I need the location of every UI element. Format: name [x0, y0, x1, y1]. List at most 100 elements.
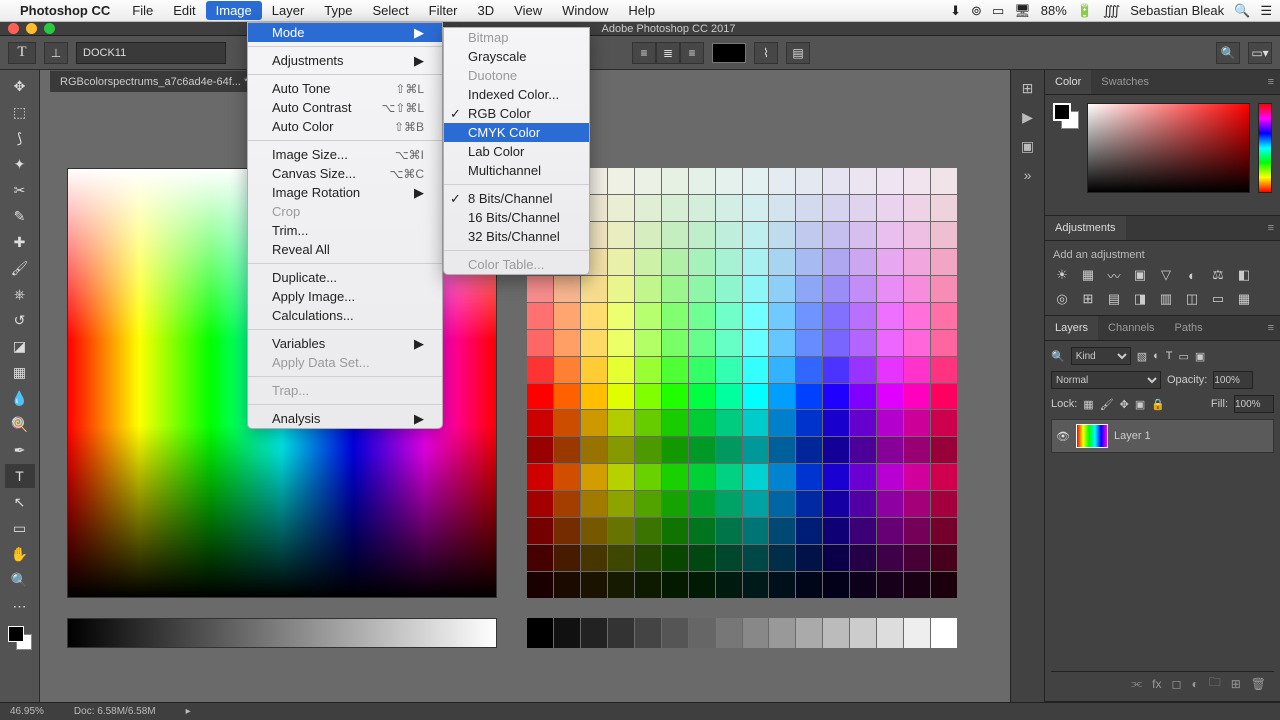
zoom-tool[interactable]: 🔍 — [5, 568, 35, 592]
curves-icon[interactable]: 〰 — [1105, 267, 1123, 283]
align-center-button[interactable]: ≣ — [656, 42, 680, 64]
fill-input[interactable] — [1234, 395, 1274, 413]
menu-item-mode[interactable]: Mode▶ — [248, 23, 442, 42]
user-name[interactable]: Sebastian Bleak — [1130, 3, 1224, 18]
layer-name[interactable]: Layer 1 — [1114, 430, 1151, 442]
menu-3d[interactable]: 3D — [468, 1, 505, 20]
panel-menu-icon[interactable]: ≡ — [1262, 216, 1280, 240]
eraser-tool[interactable]: ◪ — [5, 334, 35, 358]
magic-wand-tool[interactable]: ✦ — [5, 152, 35, 176]
menu-item-duplicate-[interactable]: Duplicate... — [248, 268, 442, 287]
align-left-button[interactable]: ≡ — [632, 42, 656, 64]
menu-item-cmyk-color[interactable]: CMYK Color — [444, 123, 589, 142]
lock-transparency-icon[interactable]: ▦ — [1083, 398, 1093, 411]
path-selection-tool[interactable]: ↖ — [5, 490, 35, 514]
opacity-input[interactable] — [1213, 371, 1253, 389]
lock-position-icon[interactable]: ✥ — [1120, 398, 1129, 411]
invert-icon[interactable]: ◨ — [1131, 291, 1149, 307]
menu-item-multichannel[interactable]: Multichannel — [444, 161, 589, 180]
exposure-icon[interactable]: ▣ — [1131, 267, 1149, 283]
menu-item-image-rotation[interactable]: Image Rotation▶ — [248, 183, 442, 202]
menu-layer[interactable]: Layer — [262, 1, 315, 20]
menu-item-rgb-color[interactable]: ✓RGB Color — [444, 104, 589, 123]
search-button[interactable]: 🔍 — [1216, 42, 1240, 64]
brightness-icon[interactable]: ☀ — [1053, 267, 1071, 283]
wifi-icon[interactable]: ⨌ — [1103, 3, 1120, 19]
doc-size[interactable]: Doc: 6.58M/6.58M — [74, 706, 156, 717]
menu-item-grayscale[interactable]: Grayscale — [444, 47, 589, 66]
cc-icon[interactable]: ⊚ — [971, 3, 982, 19]
edit-toolbar[interactable]: ⋯ — [5, 594, 35, 618]
rectangle-tool[interactable]: ▭ — [5, 516, 35, 540]
play-icon[interactable]: ▶ — [1022, 109, 1033, 126]
hue-slider[interactable] — [1258, 103, 1272, 193]
filter-smart-icon[interactable]: ▣ — [1195, 350, 1205, 363]
blend-mode-select[interactable]: Normal — [1051, 371, 1161, 389]
text-color-chip[interactable] — [712, 43, 746, 63]
blur-tool[interactable]: 💧 — [5, 386, 35, 410]
libraries-icon[interactable]: ⊞ — [1022, 80, 1034, 97]
menu-item-auto-contrast[interactable]: Auto Contrast⌥⇧⌘L — [248, 98, 442, 117]
menu-item-auto-color[interactable]: Auto Color⇧⌘B — [248, 117, 442, 136]
gradient-map-icon[interactable]: ▭ — [1209, 291, 1227, 307]
layer-thumbnail[interactable] — [1076, 424, 1108, 448]
filter-type-icon[interactable]: T — [1166, 350, 1173, 362]
photo-filter-icon[interactable]: ◎ — [1053, 291, 1071, 307]
layer-item[interactable]: 👁 Layer 1 — [1051, 419, 1274, 453]
color-tab[interactable]: Color — [1045, 70, 1091, 94]
workspace-switcher[interactable]: ▭▾ — [1248, 42, 1272, 64]
text-orientation-button[interactable]: ⊥ — [44, 42, 68, 64]
menu-help[interactable]: Help — [618, 1, 665, 20]
clone-stamp-tool[interactable]: ⎈ — [5, 282, 35, 306]
menu-file[interactable]: File — [122, 1, 163, 20]
panel-menu-icon[interactable]: ≡ — [1262, 70, 1280, 94]
menu-window[interactable]: Window — [552, 1, 618, 20]
group-icon[interactable]: 🗀 — [1209, 673, 1221, 694]
hand-tool[interactable]: ✋ — [5, 542, 35, 566]
tool-preset-picker[interactable]: T — [8, 42, 36, 64]
layer-filter-select[interactable]: Kind — [1071, 347, 1131, 365]
threshold-icon[interactable]: ◫ — [1183, 291, 1201, 307]
hue-sat-icon[interactable]: ◐ — [1183, 267, 1201, 283]
device-preview-icon[interactable]: ▣ — [1021, 138, 1034, 155]
filter-shape-icon[interactable]: ▭ — [1179, 350, 1189, 363]
history-brush-tool[interactable]: ↺ — [5, 308, 35, 332]
warp-text-button[interactable]: ⌇ — [754, 42, 778, 64]
spotlight-icon[interactable]: 🔍 — [1234, 3, 1250, 19]
marquee-tool[interactable]: ⬚ — [5, 100, 35, 124]
adjustment-layer-icon[interactable]: ◐ — [1191, 677, 1198, 691]
menu-item-canvas-size-[interactable]: Canvas Size...⌥⌘C — [248, 164, 442, 183]
delete-layer-icon[interactable]: 🗑 — [1251, 677, 1266, 691]
menu-item-indexed-color-[interactable]: Indexed Color... — [444, 85, 589, 104]
menu-view[interactable]: View — [504, 1, 552, 20]
display-icon[interactable]: ▭ — [992, 3, 1004, 19]
layer-style-icon[interactable]: fx — [1152, 677, 1161, 691]
battery-icon[interactable]: 🔋 — [1077, 3, 1093, 19]
align-right-button[interactable]: ≡ — [680, 42, 704, 64]
menu-item-trim-[interactable]: Trim... — [248, 221, 442, 240]
character-panel-button[interactable]: ▤ — [786, 42, 810, 64]
lock-all-icon[interactable]: 🔒 — [1151, 398, 1165, 411]
menu-item-calculations-[interactable]: Calculations... — [248, 306, 442, 325]
zoom-level[interactable]: 46.95% — [10, 706, 44, 717]
menu-item-apply-image-[interactable]: Apply Image... — [248, 287, 442, 306]
menu-item-lab-color[interactable]: Lab Color — [444, 142, 589, 161]
panel-menu-icon[interactable]: ≡ — [1262, 316, 1280, 340]
menu-item-analysis[interactable]: Analysis▶ — [248, 409, 442, 428]
pen-tool[interactable]: ✒ — [5, 438, 35, 462]
bw-icon[interactable]: ◧ — [1235, 267, 1253, 283]
layer-mask-icon[interactable]: ◻ — [1171, 677, 1181, 691]
window-minimize-button[interactable] — [26, 23, 37, 34]
menu-item-adjustments[interactable]: Adjustments▶ — [248, 51, 442, 70]
menu-item-auto-tone[interactable]: Auto Tone⇧⌘L — [248, 79, 442, 98]
lock-artboard-icon[interactable]: ▣ — [1135, 398, 1145, 411]
menu-select[interactable]: Select — [362, 1, 418, 20]
foreground-background-swatch[interactable] — [8, 626, 32, 650]
color-balance-icon[interactable]: ⚖ — [1209, 267, 1227, 283]
vibrance-icon[interactable]: ▽ — [1157, 267, 1175, 283]
type-tool[interactable]: T — [5, 464, 35, 488]
filter-pixel-icon[interactable]: ▧ — [1137, 350, 1147, 363]
menu-item-8-bits-channel[interactable]: ✓8 Bits/Channel — [444, 189, 589, 208]
new-layer-icon[interactable]: ⊞ — [1231, 677, 1241, 691]
swatches-tab[interactable]: Swatches — [1091, 70, 1159, 94]
